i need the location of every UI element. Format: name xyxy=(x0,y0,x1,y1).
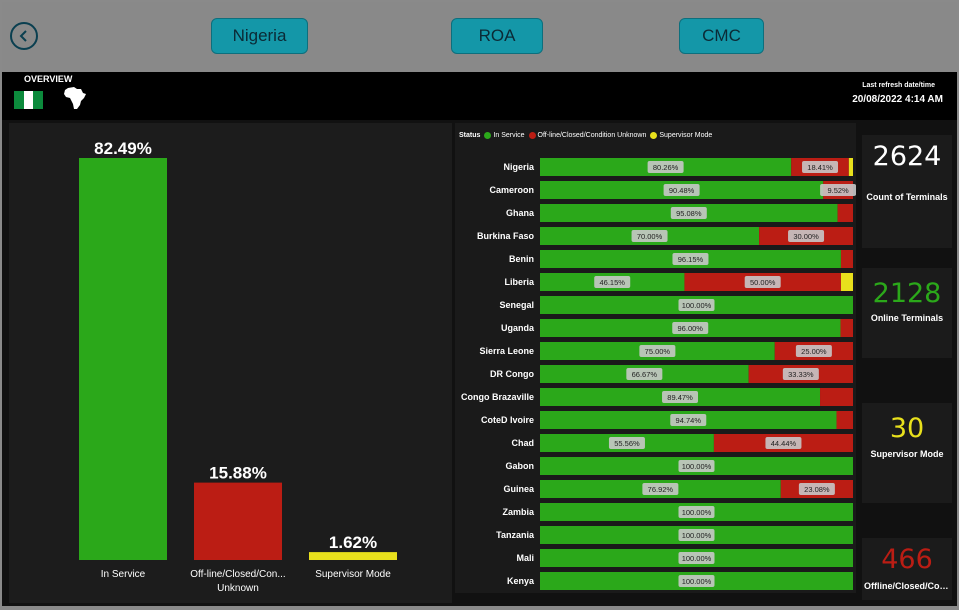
data-label: 90.48% xyxy=(669,186,695,195)
chevron-left-icon xyxy=(19,30,27,42)
bar-coted-ivoire-off-line-closed-condition-unknown[interactable] xyxy=(836,411,853,429)
data-label: 100.00% xyxy=(682,301,712,310)
data-label: 66.67% xyxy=(632,370,658,379)
country-label-mali: Mali xyxy=(516,553,534,563)
category-label: Off-line/Closed/Con... xyxy=(190,569,285,580)
data-label: 96.15% xyxy=(678,255,704,264)
data-label: 96.00% xyxy=(678,324,704,333)
bar-off-line-closed-con-unknown[interactable] xyxy=(194,482,282,560)
data-label: 100.00% xyxy=(682,508,712,517)
data-label: 100.00% xyxy=(682,531,712,540)
bar-value-label: 1.62% xyxy=(329,533,377,552)
data-label: 23.08% xyxy=(804,485,830,494)
country-label-nigeria: Nigeria xyxy=(503,162,535,172)
country-label-uganda: Uganda xyxy=(501,323,535,333)
flag-stripe-left xyxy=(14,91,24,109)
bar-value-label: 82.49% xyxy=(94,139,152,158)
data-label: 94.74% xyxy=(676,416,702,425)
country-label-coted-ivoire: CoteD Ivoire xyxy=(481,415,534,425)
bar-benin-off-line-closed-condition-unknown[interactable] xyxy=(840,250,853,268)
data-label: 100.00% xyxy=(682,554,712,563)
data-label: 46.15% xyxy=(600,278,626,287)
refresh-label: Last refresh date/time xyxy=(862,82,935,89)
refresh-datetime: 20/08/2022 4:14 AM xyxy=(852,94,943,105)
data-label: 76.92% xyxy=(648,485,674,494)
data-label: 50.00% xyxy=(750,278,776,287)
card-label-supervisor-mode: Supervisor Mode xyxy=(870,449,944,459)
flag-stripe-center xyxy=(23,91,34,109)
bar-congo-brazaville-off-line-closed-condition-unknown[interactable] xyxy=(820,388,853,406)
country-label-cameroon: Cameroon xyxy=(489,185,534,195)
category-label: Supervisor Mode xyxy=(315,569,391,580)
bar-uganda-off-line-closed-condition-unknown[interactable] xyxy=(840,319,853,337)
data-label: 100.00% xyxy=(682,577,712,586)
country-status-chart: Nigeria 80.26% 18.41% Cameroon 90.48% 9.52% Gh… xyxy=(461,158,856,590)
country-label-benin: Benin xyxy=(509,254,534,264)
data-label: 100.00% xyxy=(682,462,712,471)
card-label-count-terminals: Count of Terminals xyxy=(866,192,948,202)
nav-button-roa[interactable]: ROA xyxy=(451,18,543,54)
country-label-zambia: Zambia xyxy=(502,507,535,517)
status-summary-chart: 82.49% In Service 15.88% Off-line/Closed/Co… xyxy=(79,139,397,594)
card-offline[interactable]: 466 Offline/Closed/Condition Unknown xyxy=(862,538,952,600)
card-value-supervisor-mode: 30 xyxy=(889,413,925,444)
country-label-senegal: Senegal xyxy=(499,300,534,310)
top-nav-bar: Nigeria ROA CMC xyxy=(2,2,957,72)
country-label-congo-brazaville: Congo Brazaville xyxy=(461,392,534,402)
card-count-terminals[interactable]: 2624 Count of Terminals xyxy=(862,135,952,248)
bar-value-label: 15.88% xyxy=(209,464,267,483)
country-label-chad: Chad xyxy=(512,438,535,448)
bar-nigeria-supervisor-mode[interactable] xyxy=(848,158,853,176)
country-label-burkina-faso: Burkina Faso xyxy=(477,231,535,241)
data-label: 44.44% xyxy=(771,439,797,448)
country-label-dr-congo: DR Congo xyxy=(490,369,534,379)
flag-stripe-right xyxy=(33,91,44,109)
country-status-panel: Status In Service Off-line/Closed/Condit… xyxy=(455,123,856,593)
country-label-guinea: Guinea xyxy=(503,484,535,494)
bar-liberia-supervisor-mode[interactable] xyxy=(840,273,853,291)
status-summary-panel: 82.49% In Service 15.88% Off-line/Closed/Co… xyxy=(9,123,452,603)
country-label-ghana: Ghana xyxy=(506,208,535,218)
nav-button-cmc[interactable]: CMC xyxy=(679,18,764,54)
data-label: 80.26% xyxy=(653,163,679,172)
country-label-sierra-leone: Sierra Leone xyxy=(479,346,534,356)
dashboard-body: 82.49% In Service 15.88% Off-line/Closed/Co… xyxy=(2,120,957,606)
data-label: 33.33% xyxy=(788,370,814,379)
card-value-online-terminals: 2128 xyxy=(872,278,942,309)
data-label: 95.08% xyxy=(676,209,702,218)
page-header: OVERVIEW Last refresh date/time 20/08/20… xyxy=(2,72,957,120)
bar-in-service[interactable] xyxy=(79,158,167,560)
data-label: 70.00% xyxy=(637,232,663,241)
country-label-liberia: Liberia xyxy=(504,277,535,287)
country-label-gabon: Gabon xyxy=(506,461,535,471)
country-label-kenya: Kenya xyxy=(507,576,535,586)
data-label: 25.00% xyxy=(801,347,827,356)
bar-ghana-off-line-closed-condition-unknown[interactable] xyxy=(837,204,853,222)
data-label: 30.00% xyxy=(793,232,819,241)
nav-button-nigeria[interactable]: Nigeria xyxy=(211,18,308,54)
nigeria-flag-icon xyxy=(14,91,44,109)
card-supervisor-mode[interactable]: 30 Supervisor Mode xyxy=(862,403,952,503)
africa-map-icon xyxy=(64,87,86,109)
page-title: OVERVIEW xyxy=(24,74,73,84)
back-button[interactable] xyxy=(10,22,38,50)
card-label-online-terminals: Online Terminals xyxy=(870,313,944,323)
data-label: 55.56% xyxy=(614,439,640,448)
data-label: 18.41% xyxy=(807,163,833,172)
country-label-tanzania: Tanzania xyxy=(496,530,535,540)
data-label: 75.00% xyxy=(645,347,671,356)
data-label: 89.47% xyxy=(667,393,693,402)
category-label: Unknown xyxy=(217,583,259,594)
card-online-terminals[interactable]: 2128 Online Terminals xyxy=(862,268,952,358)
card-value-offline: 466 xyxy=(881,544,933,575)
card-label-offline: Offline/Closed/Condition Unknown xyxy=(864,581,952,591)
data-label: 9.52% xyxy=(827,186,849,195)
category-label: In Service xyxy=(101,569,146,580)
card-value-count-terminals: 2624 xyxy=(872,141,942,172)
bar-supervisor-mode[interactable] xyxy=(309,552,397,560)
